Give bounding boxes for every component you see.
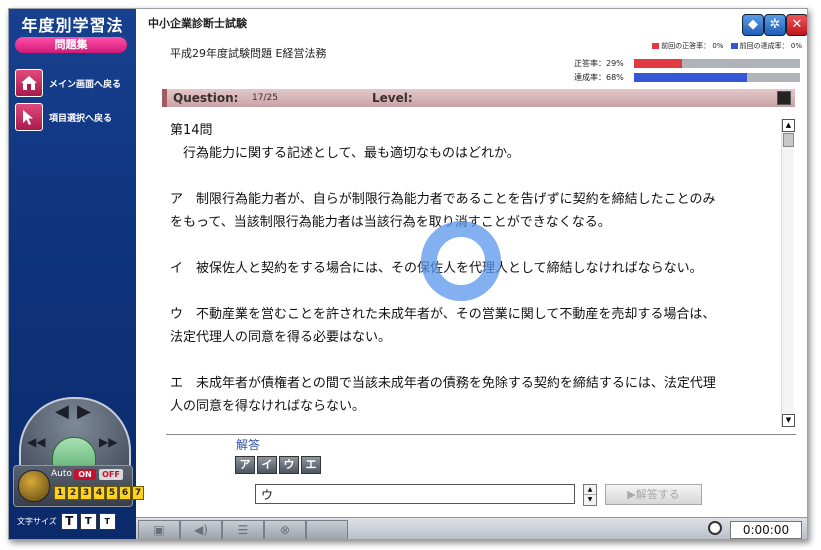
answer-spinner[interactable]: ▲ ▼ (583, 484, 597, 506)
font-size-row: 文字サイズ T T T (13, 511, 133, 531)
speed-option[interactable]: 4 (93, 486, 105, 500)
stopwatch-icon (708, 521, 722, 535)
choice-line: 法定代理人の同意を得る必要はない。 (170, 330, 392, 345)
app-subtitle-badge: 問題集 (15, 37, 127, 53)
correct-rate-bar (634, 59, 800, 68)
main-menu-label: メイン画面へ戻る (49, 79, 122, 90)
correct-rate-fill (634, 59, 683, 68)
cursor-icon (15, 103, 43, 131)
app-title: 年度別学習法 (21, 16, 124, 35)
prev-arrow-icon[interactable]: ◀ (55, 401, 69, 422)
speed-option[interactable]: 3 (80, 486, 92, 500)
app-window: 年度別学習法 問題集 メイン画面へ戻る 項目選択へ戻る ◀ ▶ ◀◀ ▶▶ Au… (8, 8, 808, 540)
sound-icon[interactable]: ◀) (180, 520, 222, 539)
gear-icon[interactable]: ✲ (764, 14, 786, 36)
legend-achieve-swatch (730, 43, 738, 49)
speed-option[interactable]: 1 (54, 486, 66, 500)
auto-dial-icon[interactable] (18, 470, 50, 502)
title-bar: 中小企業診断士試験 ◆ ✲ ✕ (136, 9, 807, 36)
kana-button[interactable]: ウ (279, 456, 299, 474)
exam-title: 中小企業診断士試験 (148, 17, 247, 30)
choice-line: 人の同意を得なければならない。 (170, 399, 366, 414)
fast-forward-icon[interactable]: ▶▶ (99, 435, 117, 449)
achieve-rate-bar (634, 73, 800, 82)
question-number: 17/25 (252, 93, 278, 103)
playback-controls: ◀ ▶ ◀◀ ▶▶ Auto ON OFF 1 2 3 4 5 6 7 文字サイ… (13, 397, 144, 532)
speed-option[interactable]: 2 (67, 486, 79, 500)
auto-on-toggle[interactable]: ON (74, 469, 96, 480)
question-title: 第14問 (170, 123, 213, 138)
item-select-button[interactable]: 項目選択へ戻る (15, 103, 131, 131)
speed-option[interactable]: 6 (119, 486, 131, 500)
main-panel: 中小企業診断士試験 ◆ ✲ ✕ 平成29年度試験問題 E経営法務 前回の正答率：… (136, 9, 807, 539)
cancel-icon[interactable]: ⊗ (264, 520, 306, 539)
kana-button[interactable]: エ (301, 456, 321, 474)
scroll-thumb[interactable] (783, 133, 794, 147)
legend-achieve-label: 前回の達成率： (739, 42, 789, 50)
answer-kana-buttons: ア イ ウ エ (235, 456, 323, 474)
timer-display: 0:00:00 (730, 521, 802, 539)
achieve-rate-label: 達成率：68% (574, 73, 624, 82)
item-select-label: 項目選択へ戻る (49, 113, 113, 124)
choice-line: エ 未成年者が債権者との間で当該未成年者の債務を免除する契約を締結するには、法定… (170, 376, 716, 391)
close-icon[interactable]: ✕ (786, 14, 807, 36)
next-arrow-icon[interactable]: ▶ (77, 401, 91, 422)
submit-answer-button[interactable]: ▶解答する (605, 484, 702, 505)
font-small-button[interactable]: T (98, 512, 116, 530)
exam-subject: 平成29年度試験問題 E経営法務 (170, 47, 327, 60)
home-icon (15, 69, 43, 97)
achieve-rate-fill (634, 73, 747, 82)
auto-off-toggle[interactable]: OFF (99, 469, 123, 480)
choice-line: ア 制限行為能力者が、自らが制限行為能力者であることを告げずに契約を締結したこと… (170, 192, 716, 207)
correct-rate-row: 正答率：29% (546, 58, 802, 70)
content-scrollbar[interactable]: ▲ ▼ (781, 119, 795, 427)
auto-panel: Auto ON OFF 1 2 3 4 5 6 7 (13, 465, 144, 507)
answer-label: 解答 (236, 438, 261, 452)
question-stem: 行為能力に関する記述として、最も適切なものはどれか。 (183, 146, 520, 161)
bottom-toolbar: ▣ ◀) ☰ ⊗ 0:00:00 (136, 517, 807, 539)
scroll-down-icon[interactable]: ▼ (782, 414, 795, 427)
kana-button[interactable]: イ (257, 456, 277, 474)
font-size-label: 文字サイズ (17, 516, 57, 526)
font-medium-button[interactable]: T (79, 512, 97, 530)
image-icon[interactable]: ▣ (138, 520, 180, 539)
choice-line: ウ 不動産業を営むことを許された未成年者が、その営業に関して不動産を売却する場合… (170, 307, 716, 322)
kana-button[interactable]: ア (235, 456, 255, 474)
correct-rate-label: 正答率：29% (574, 59, 624, 68)
blank-button[interactable] (306, 520, 348, 539)
memo-icon[interactable] (777, 91, 791, 105)
loading-ring (421, 221, 501, 301)
font-large-button[interactable]: T (60, 512, 78, 530)
cube-icon[interactable]: ◆ (742, 14, 764, 36)
stats-legend: 前回の正答率： 0% 前回の達成率： 0% (647, 41, 802, 51)
achieve-rate-row: 達成率：68% (546, 72, 802, 84)
answer-input[interactable]: ウ (255, 484, 575, 504)
spin-down-icon[interactable]: ▼ (584, 495, 596, 504)
divider (166, 434, 796, 435)
stats-panel: 前回の正答率： 0% 前回の達成率： 0% 正答率：29% 達成率：68% (546, 41, 802, 85)
level-label: Level: (372, 91, 413, 105)
legend-correct-label: 前回の正答率： (661, 42, 711, 50)
question-label: Question: (173, 91, 239, 105)
spin-up-icon[interactable]: ▲ (584, 485, 596, 495)
legend-correct-swatch (652, 43, 660, 49)
speed-option[interactable]: 5 (106, 486, 118, 500)
auto-label: Auto (51, 469, 72, 479)
legend-achieve-value: 0% (790, 42, 802, 50)
rewind-icon[interactable]: ◀◀ (27, 435, 45, 449)
list-icon[interactable]: ☰ (222, 520, 264, 539)
question-header-bar: Question: 17/25 Level: (162, 89, 795, 107)
scroll-up-icon[interactable]: ▲ (782, 119, 795, 132)
speed-selector: 1 2 3 4 5 6 7 (54, 486, 145, 500)
main-menu-button[interactable]: メイン画面へ戻る (15, 69, 131, 97)
sidebar: 年度別学習法 問題集 メイン画面へ戻る 項目選択へ戻る ◀ ▶ ◀◀ ▶▶ Au… (9, 9, 144, 539)
legend-correct-value: 0% (712, 42, 724, 50)
